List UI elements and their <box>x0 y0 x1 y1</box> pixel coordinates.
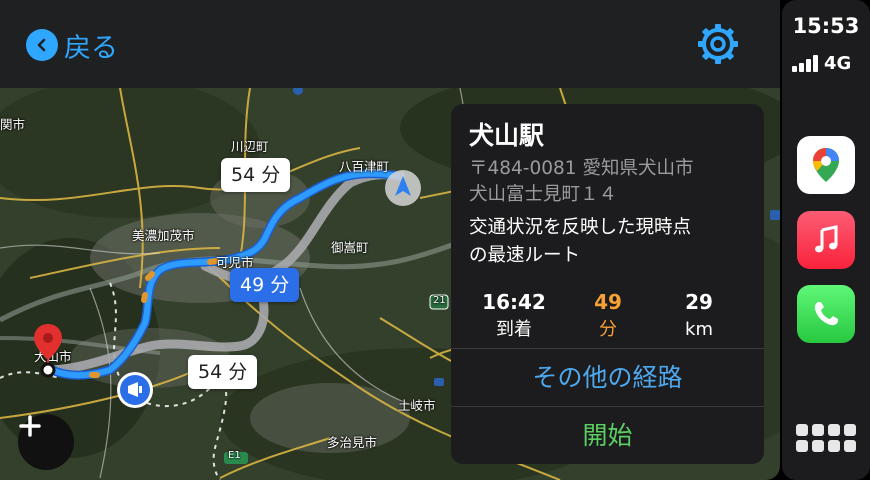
distance-stat: 29 km <box>647 288 751 344</box>
music-icon[interactable] <box>797 211 855 269</box>
address-line: 犬山富士見町１４ <box>469 184 618 205</box>
duration-stat: 49 分 <box>556 288 660 344</box>
place-label: 関市 <box>0 117 26 132</box>
place-label: 川辺町 <box>231 139 269 154</box>
app-grid-icon[interactable] <box>796 424 858 458</box>
place-label: 多治見市 <box>327 435 378 450</box>
address-line: 〒484-0081 愛知県犬山市 <box>469 158 694 179</box>
zoom-in-button[interactable] <box>18 414 74 470</box>
route-description: 交通状況を反映した現時点 の最速ルート <box>469 214 691 270</box>
plus-icon <box>19 415 41 437</box>
top-bar: 戻る <box>0 0 780 88</box>
current-location-icon <box>385 170 421 206</box>
gear-icon[interactable] <box>696 22 740 66</box>
dock-panel: 15:53 4G <box>782 0 870 480</box>
description-line: の最速ルート <box>469 245 581 266</box>
signal-bars-icon <box>792 54 818 72</box>
traffic-incident-icon[interactable] <box>114 369 156 411</box>
route-time-bubble[interactable]: 54 分 <box>221 158 291 192</box>
distance-unit: km <box>685 319 713 340</box>
duration-unit: 分 <box>599 319 617 340</box>
arrival-time: 16:42 <box>482 290 546 314</box>
route-time-label: 54 分 <box>231 164 281 186</box>
place-label: 御嵩町 <box>331 240 369 255</box>
place-label: 土岐市 <box>398 398 436 413</box>
duration-value: 49 <box>594 290 622 314</box>
destination-address: 〒484-0081 愛知県犬山市 犬山富士見町１４ <box>469 156 693 208</box>
distance-value: 29 <box>685 290 713 314</box>
other-routes-button[interactable]: その他の経路 <box>451 349 764 407</box>
route-time-bubble[interactable]: 54 分 <box>188 355 258 389</box>
start-button[interactable]: 開始 <box>451 407 764 464</box>
road-shield-label: E1 <box>228 450 241 461</box>
route-time-bubble-selected[interactable]: 49 分 <box>230 268 300 302</box>
destination-title: 犬山駅 <box>469 121 545 150</box>
description-line: 交通状況を反映した現時点 <box>469 217 692 238</box>
phone-icon[interactable] <box>797 285 855 343</box>
cellular-status: 4G <box>792 52 862 74</box>
place-label: 八百津町 <box>339 159 390 174</box>
route-info-card: 犬山駅 〒484-0081 愛知県犬山市 犬山富士見町１４ 交通状況を反映した現… <box>451 104 764 464</box>
destination-pin-icon <box>34 324 62 378</box>
route-time-label: 54 分 <box>198 361 248 383</box>
chevron-left-icon <box>26 29 58 61</box>
place-label: 美濃加茂市 <box>132 228 195 243</box>
route-stats: 16:42 到着 49 分 29 km <box>451 288 764 348</box>
route-time-label: 49 分 <box>240 274 290 296</box>
network-type: 4G <box>824 52 852 74</box>
back-button[interactable]: 戻る <box>26 26 118 64</box>
back-label: 戻る <box>64 32 118 64</box>
google-maps-icon[interactable] <box>797 136 855 194</box>
road-shield-label: 21 <box>433 295 446 306</box>
arrival-stat: 16:42 到着 <box>462 288 566 344</box>
arrival-unit: 到着 <box>496 319 532 340</box>
status-time: 15:53 <box>792 14 860 38</box>
carplay-dock: 15:53 4G <box>780 0 870 480</box>
